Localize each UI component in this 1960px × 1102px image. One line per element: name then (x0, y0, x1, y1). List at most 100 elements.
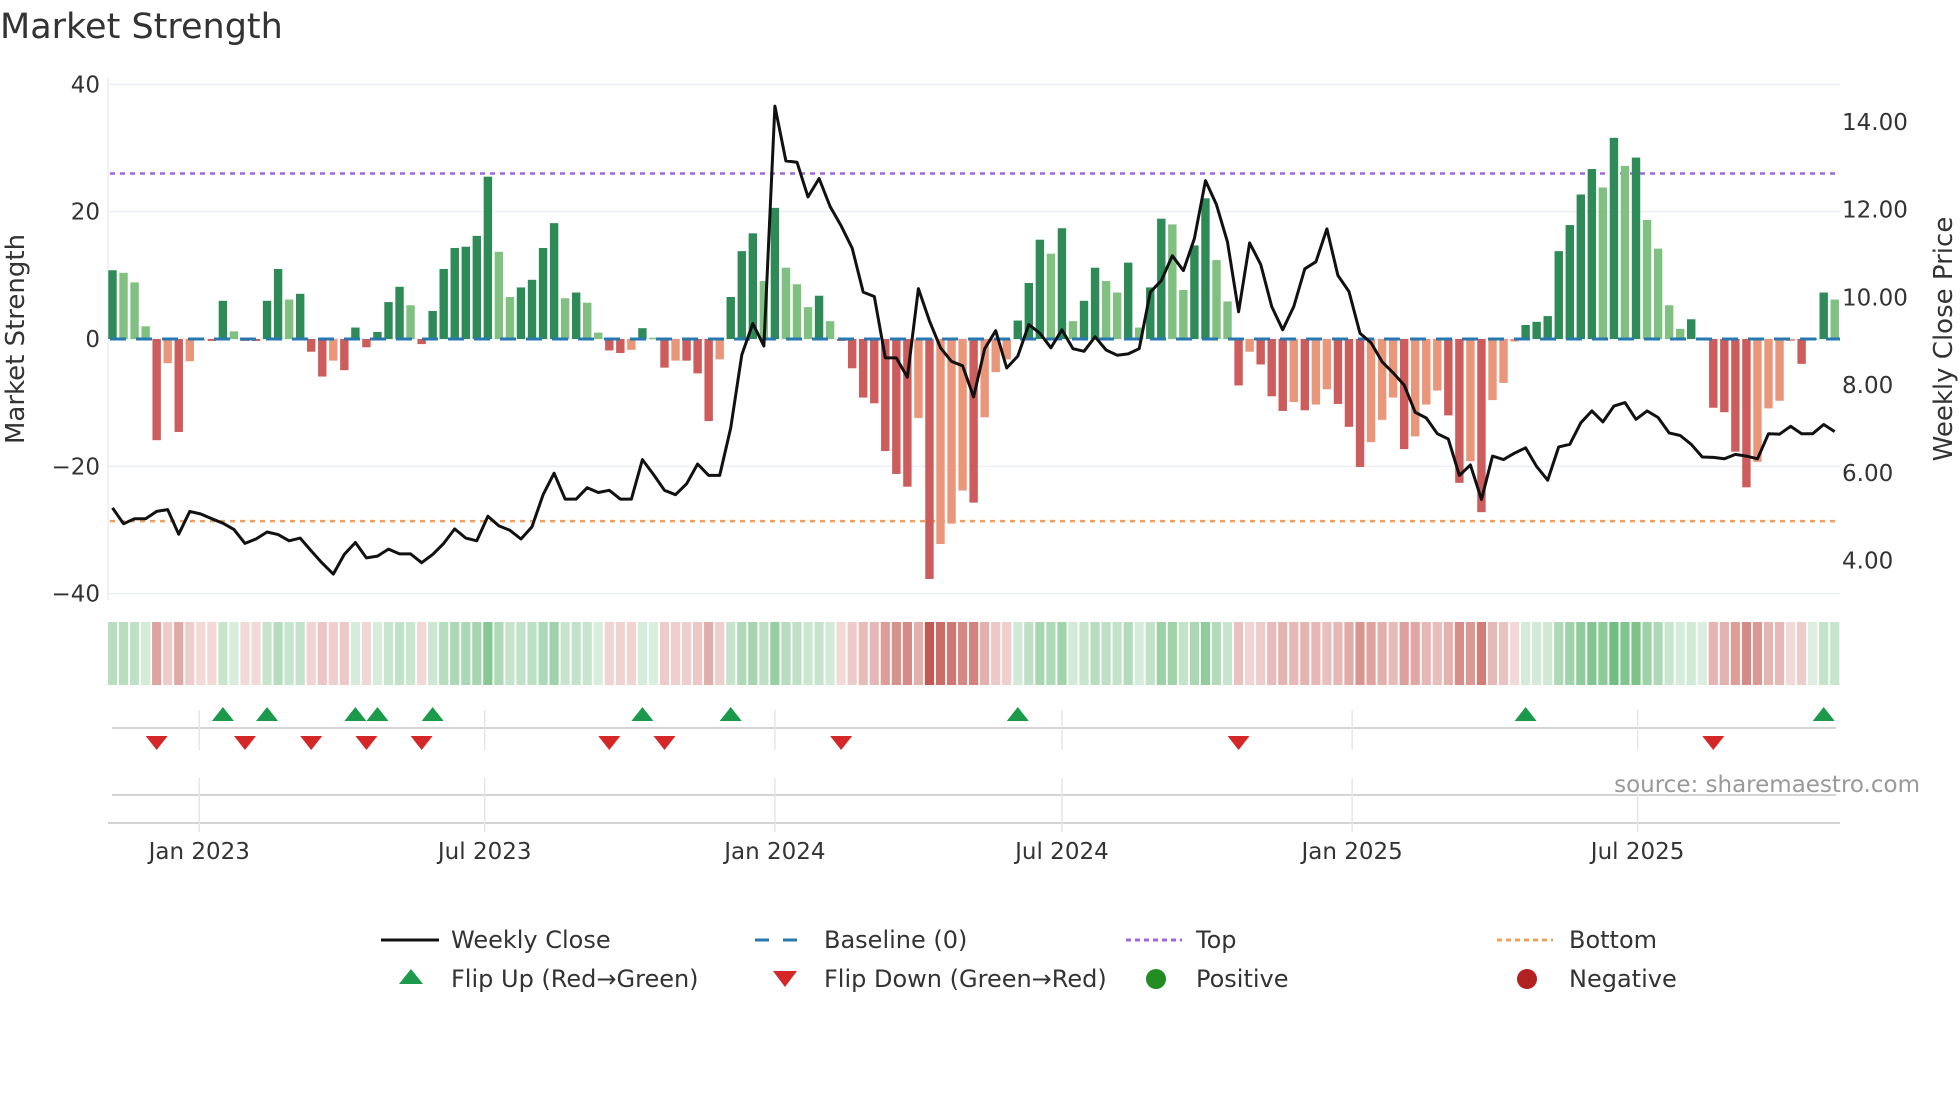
strength-cell (417, 622, 427, 685)
legend-item-positive: Positive (1146, 965, 1289, 993)
strength-cell (748, 622, 758, 685)
flip-down-marker (300, 736, 323, 750)
strength-bar (1554, 251, 1563, 339)
strength-cell (1068, 622, 1078, 685)
strength-cell (483, 622, 493, 685)
right-tick-label: 8.00 (1842, 373, 1893, 399)
strength-cell (1443, 622, 1453, 685)
date-tick-label: Jul 2025 (1589, 839, 1685, 865)
strength-cell (1432, 622, 1442, 685)
strength-bar (1631, 157, 1641, 339)
strength-cell (869, 622, 879, 685)
strength-bar (1576, 194, 1586, 339)
strength-bar (1675, 328, 1685, 339)
strength-bar (1057, 228, 1067, 339)
strength-cell (251, 622, 261, 685)
strength-cell (196, 622, 206, 685)
strength-cell (383, 622, 394, 685)
strength-bar (605, 339, 614, 351)
strength-cell (957, 622, 968, 685)
strength-bar (329, 339, 338, 361)
strength-cell (339, 622, 349, 685)
strength-bar (1013, 320, 1022, 339)
strength-cell (681, 622, 692, 685)
strength-cell (1322, 622, 1332, 685)
strength-bar (549, 223, 559, 339)
strength-cell (372, 622, 383, 685)
strength-bar (1488, 339, 1497, 401)
left-tick-label: 0 (85, 327, 100, 353)
strength-bar (1101, 281, 1111, 339)
strength-cell (1653, 622, 1663, 685)
strength-cell (185, 622, 195, 685)
strength-bar (925, 339, 934, 579)
strength-cell (350, 622, 360, 685)
legend-item-negative: Negative (1517, 965, 1677, 993)
strength-bar (1112, 292, 1122, 339)
flip-down-marker (653, 736, 676, 750)
strength-cell (163, 622, 173, 685)
strength-cell (317, 622, 327, 685)
strength-bar (362, 339, 371, 348)
strength-bar (1212, 260, 1221, 339)
flip-up-marker (631, 707, 654, 721)
strength-bar (671, 339, 680, 361)
strength-bar (1499, 339, 1508, 383)
left-tick-label: −20 (51, 454, 100, 480)
strength-bar (1720, 339, 1729, 413)
strength-bar (638, 328, 647, 339)
strength-cell (648, 622, 659, 685)
legend: Weekly Close Baseline (0) Top Bottom Flip Up… (381, 926, 1677, 993)
flip-up-marker (1812, 707, 1835, 721)
strength-cell (858, 622, 868, 685)
right-axis-ticks: 14.00 12.00 10.00 8.00 6.00 4.00 (1842, 110, 1908, 575)
strength-bar (770, 207, 780, 339)
strength-cell (1476, 622, 1487, 685)
strength-cell (1156, 622, 1166, 685)
strength-cell (1664, 622, 1674, 685)
strength-bar (141, 326, 150, 339)
strength-bar (1797, 339, 1806, 364)
strength-bar (969, 339, 978, 503)
legend-item-flip-down: Flip Down (Green→Red) (773, 965, 1107, 993)
strength-bar (1742, 339, 1751, 488)
strength-cell (273, 622, 283, 685)
strength-cell (659, 622, 670, 685)
strength-cell (1708, 622, 1718, 685)
strength-bar (152, 339, 161, 441)
strength-cell (969, 622, 979, 685)
strength-bar (295, 293, 305, 339)
strength-bar (1466, 339, 1475, 462)
strength-bar (1035, 239, 1045, 339)
strength-bar (792, 284, 802, 339)
strength-cell (439, 622, 449, 685)
strength-cell (604, 622, 614, 685)
strength-cell (946, 622, 957, 685)
strength-bar (1046, 253, 1056, 339)
strength-bar (1422, 339, 1431, 405)
strength-bar (936, 339, 945, 544)
legend-item-weekly-close: Weekly Close (381, 926, 611, 954)
strength-bar (1201, 198, 1210, 339)
strength-bar (1344, 339, 1354, 427)
date-tick-label: Jan 2025 (1299, 839, 1402, 865)
right-tick-label: 10.00 (1842, 285, 1908, 311)
strength-bar (870, 339, 879, 404)
strength-cell (1587, 622, 1597, 685)
strength-cell (1278, 622, 1288, 685)
strength-cell (924, 622, 935, 685)
right-axis-label: Weekly Close Price (1929, 217, 1959, 462)
strength-bar (803, 307, 813, 339)
legend-item-flip-up: Flip Up (Red→Green) (399, 965, 699, 993)
strength-bar (1234, 339, 1243, 386)
strength-cell (1565, 622, 1575, 685)
strength-cell (1532, 622, 1542, 685)
strength-cell (527, 622, 537, 685)
strength-bar (814, 295, 824, 339)
strength-bar (428, 310, 437, 339)
strength-bar (1245, 339, 1254, 352)
strength-cell (1057, 622, 1067, 685)
strength-bar (1300, 339, 1310, 411)
strength-bar (1411, 339, 1420, 437)
strength-cell (1399, 622, 1409, 685)
